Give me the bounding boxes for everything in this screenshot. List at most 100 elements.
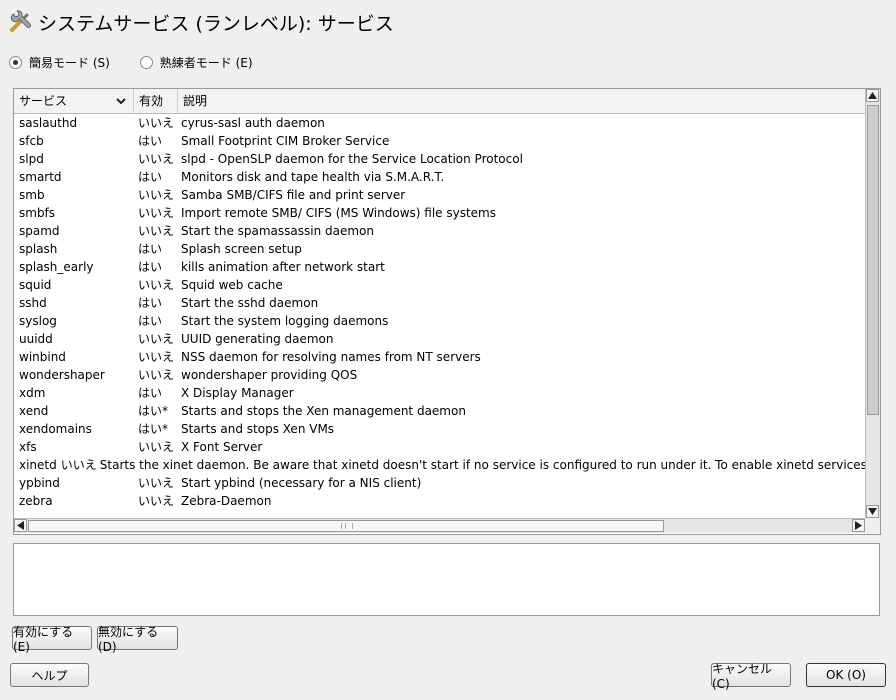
cell-enabled: いいえ <box>60 458 97 472</box>
simple-mode-label: 簡易モード (S) <box>29 56 110 70</box>
table-row[interactable]: sfcb はい Small Footprint CIM Broker Service <box>14 132 865 150</box>
cell-service: syslog <box>19 314 57 328</box>
cell-description: cyrus-sasl auth daemon <box>181 116 325 130</box>
column-header-enabled[interactable]: 有効 <box>134 89 178 113</box>
cell-description: Small Footprint CIM Broker Service <box>181 134 390 148</box>
table-row[interactable]: sshd はい Start the sshd daemon <box>14 294 865 312</box>
cell-enabled: いいえ <box>138 494 175 508</box>
cell-description: Start the system logging daemons <box>181 314 389 328</box>
table-body: saslauthd いいえ cyrus-sasl auth daemon sfcb はい… <box>14 114 865 518</box>
expert-mode-label: 熟練者モード (E) <box>159 56 253 70</box>
horizontal-scroll-thumb[interactable] <box>28 520 664 532</box>
table-row[interactable]: xinetd いいえ Starts the xinet daemon. Be awa… <box>14 456 865 474</box>
cell-description: Zebra-Daemon <box>181 494 272 508</box>
cell-enabled: はい <box>138 296 163 310</box>
cell-description: kills animation after network start <box>181 260 385 274</box>
table-row[interactable]: xdm はい X Display Manager <box>14 384 865 402</box>
simple-mode-radio[interactable]: 簡易モード (S) <box>9 54 110 71</box>
scroll-up-button[interactable] <box>866 89 879 102</box>
column-header-description[interactable]: 説明 <box>178 89 865 113</box>
cell-description: UUID generating daemon <box>181 332 334 346</box>
table-row[interactable]: syslog はい Start the system logging daemons <box>14 312 865 330</box>
scroll-down-button[interactable] <box>866 505 879 518</box>
cell-service: uuidd <box>19 332 53 346</box>
table-row[interactable]: xfs いいえ X Font Server <box>14 438 865 456</box>
cancel-button[interactable]: キャンセル (C) <box>711 662 791 691</box>
horizontal-scrollbar[interactable] <box>14 518 865 533</box>
cell-enabled: はい <box>138 134 163 148</box>
table-row[interactable]: spamd いいえ Start the spamassassin daemon <box>14 222 865 240</box>
column-header-enabled-label: 有効 <box>139 94 164 108</box>
cell-description: NSS daemon for resolving names from NT s… <box>181 350 481 364</box>
cell-enabled: はい <box>138 170 163 184</box>
radio-unchecked-icon <box>139 56 153 69</box>
scroll-left-button[interactable] <box>14 519 27 532</box>
cell-description: Samba SMB/CIFS file and print server <box>181 188 406 202</box>
table-header: サービス 有効 説明 <box>14 89 865 114</box>
cell-description: Squid web cache <box>181 278 283 292</box>
vertical-scrollbar[interactable] <box>865 89 880 518</box>
services-table[interactable]: サービス 有効 説明 saslauthd いいえ cyrus-sasl auth d… <box>13 88 881 535</box>
column-header-service-label: サービス <box>19 94 68 108</box>
cell-service: smbfs <box>19 206 56 220</box>
ok-button[interactable]: OK (O) <box>806 663 886 687</box>
table-row[interactable]: ypbind いいえ Start ypbind (necessary for a N… <box>14 474 865 492</box>
table-row[interactable]: zebra いいえ Zebra-Daemon <box>14 492 865 510</box>
table-row[interactable]: saslauthd いいえ cyrus-sasl auth daemon <box>14 114 865 132</box>
enable-button[interactable]: 有効にする (E) <box>12 625 92 654</box>
help-button[interactable]: ヘルプ <box>10 663 89 687</box>
cell-enabled: いいえ <box>138 116 175 130</box>
cell-service: xfs <box>19 440 37 454</box>
cell-enabled: いいえ <box>138 188 175 202</box>
table-row[interactable]: wondershaper いいえ wondershaper providing QO… <box>14 366 865 384</box>
cell-enabled: いいえ <box>138 332 175 346</box>
cell-service: xend <box>19 404 49 418</box>
column-header-service[interactable]: サービス <box>14 89 134 113</box>
table-row[interactable]: smartd はい Monitors disk and tape health vi… <box>14 168 865 186</box>
table-row[interactable]: squid いいえ Squid web cache <box>14 276 865 294</box>
cell-enabled: はい <box>138 386 163 400</box>
cell-description: Splash screen setup <box>181 242 302 256</box>
table-row[interactable]: smbfs いいえ Import remote SMB/ CIFS (MS Wind… <box>14 204 865 222</box>
cell-description: X Display Manager <box>181 386 294 400</box>
cell-service: zebra <box>19 494 53 508</box>
radio-checked-icon <box>9 56 22 69</box>
scroll-grip-icon <box>341 523 353 529</box>
arrow-up-icon <box>868 92 877 99</box>
table-row[interactable]: splash はい Splash screen setup <box>14 240 865 258</box>
vertical-scroll-thumb[interactable] <box>867 105 879 415</box>
cell-service: saslauthd <box>19 116 78 130</box>
cell-service: squid <box>19 278 52 292</box>
table-row[interactable]: slpd いいえ slpd - OpenSLP daemon for the Ser… <box>14 150 865 168</box>
table-row[interactable]: splash_early はい kills animation after netw… <box>14 258 865 276</box>
scroll-right-button[interactable] <box>852 519 865 532</box>
cell-enabled: はい* <box>138 422 169 436</box>
arrow-right-icon <box>855 521 862 530</box>
cell-description: Start ypbind (necessary for a NIS client… <box>181 476 422 490</box>
expert-mode-radio[interactable]: 熟練者モード (E) <box>139 54 253 71</box>
disable-button[interactable]: 無効にする (D) <box>97 625 178 654</box>
cell-description: Start the spamassassin daemon <box>181 224 375 238</box>
table-row[interactable]: uuidd いいえ UUID generating daemon <box>14 330 865 348</box>
cell-enabled: いいえ <box>138 278 175 292</box>
mode-selector: 簡易モード (S) 熟練者モード (E) <box>9 54 283 71</box>
cell-service: xinetd <box>19 458 57 472</box>
scrollbar-corner <box>865 518 880 534</box>
table-row[interactable]: xendomains はい* Starts and stops Xen VMs <box>14 420 865 438</box>
cell-service: splash <box>19 242 58 256</box>
arrow-down-icon <box>868 508 877 515</box>
wrench-screwdriver-icon <box>10 10 31 32</box>
cell-description: Import remote SMB/ CIFS (MS Windows) fil… <box>181 206 496 220</box>
cell-description: Starts and stops Xen VMs <box>181 422 335 436</box>
table-row[interactable]: winbind いいえ NSS daemon for resolving names… <box>14 348 865 366</box>
cell-enabled: はい <box>138 242 163 256</box>
cell-service: spamd <box>19 224 60 238</box>
service-description-panel <box>13 543 880 616</box>
cell-enabled: いいえ <box>138 224 175 238</box>
cell-description: slpd - OpenSLP daemon for the Service Lo… <box>181 152 523 166</box>
cell-service: winbind <box>19 350 66 364</box>
sort-chevron-down-icon[interactable] <box>115 95 127 107</box>
table-row[interactable]: xend はい* Starts and stops the Xen manageme… <box>14 402 865 420</box>
cell-service: xdm <box>19 386 46 400</box>
table-row[interactable]: smb いいえ Samba SMB/CIFS file and print serv… <box>14 186 865 204</box>
